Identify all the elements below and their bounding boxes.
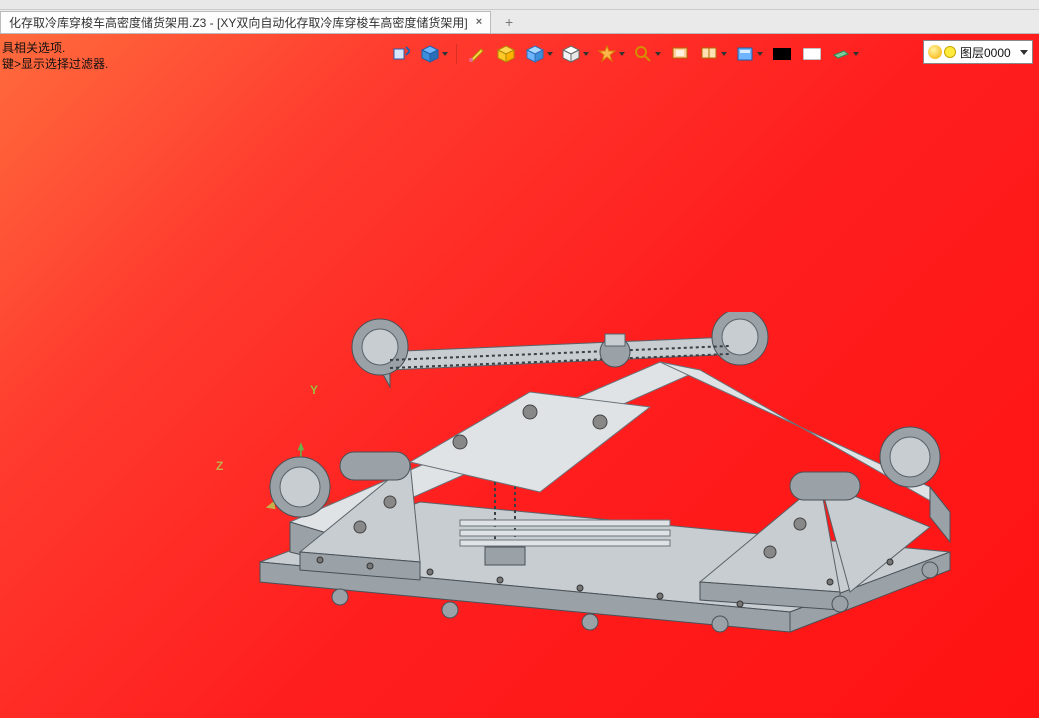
viewport[interactable]: 具相关选项. 键>显示选择过滤器. xyxy=(0,34,1039,718)
swatch-white-button[interactable] xyxy=(799,42,825,66)
screen2-icon xyxy=(700,45,718,63)
swatch-black-button[interactable] xyxy=(769,42,795,66)
document-tab[interactable]: 化存取冷库穿梭车高密度储货架用.Z3 - [XY双向自动化存取冷库穿梭车高密度储… xyxy=(0,11,491,33)
box-wire-icon xyxy=(562,45,580,63)
box-mode-button[interactable] xyxy=(523,42,555,66)
brush-tool-button[interactable] xyxy=(463,42,489,66)
add-tab-button[interactable]: + xyxy=(499,12,519,32)
layer-dropdown[interactable]: 图层0000 xyxy=(923,40,1033,64)
insert-component-button[interactable] xyxy=(388,42,414,66)
cad-model[interactable] xyxy=(230,312,970,642)
status-line-2: 键>显示选择过滤器. xyxy=(2,56,108,72)
view-toolbar xyxy=(388,40,861,68)
close-icon[interactable]: × xyxy=(476,16,482,28)
separator xyxy=(456,44,457,64)
section-view-button[interactable] xyxy=(493,42,519,66)
slab-green-icon xyxy=(832,45,850,63)
cube-blue-icon xyxy=(421,45,439,63)
bulb-icon xyxy=(928,45,942,59)
axis-z-label: Z xyxy=(216,459,223,473)
insert-icon xyxy=(392,45,410,63)
box-blue-icon xyxy=(526,45,544,63)
layer-color-icon xyxy=(944,46,956,58)
section-icon xyxy=(497,45,515,63)
menu-bar xyxy=(0,0,1039,10)
chevron-down-icon[interactable] xyxy=(1020,50,1028,55)
display-style-button[interactable] xyxy=(733,42,765,66)
layer-label: 图层0000 xyxy=(960,44,1016,61)
render-mode-button[interactable] xyxy=(595,42,627,66)
wireframe-button[interactable] xyxy=(559,42,591,66)
badge-orange-icon xyxy=(598,45,616,63)
panel-blue-icon xyxy=(736,45,754,63)
tab-label: 化存取冷库穿梭车高密度储货架用.Z3 - [XY双向自动化存取冷库穿梭车高密度储… xyxy=(9,14,468,31)
swatch-white-icon xyxy=(803,48,821,60)
status-line-1: 具相关选项. xyxy=(2,40,108,56)
zoom-fit-button[interactable] xyxy=(631,42,663,66)
viewport1-button[interactable] xyxy=(667,42,693,66)
visual-style-button[interactable] xyxy=(418,42,450,66)
swatch-black-icon xyxy=(773,48,791,60)
magnifier-icon xyxy=(634,45,652,63)
status-text: 具相关选项. 键>显示选择过滤器. xyxy=(2,40,108,72)
screen1-icon xyxy=(671,45,689,63)
tab-bar: 化存取冷库穿梭车高密度储货架用.Z3 - [XY双向自动化存取冷库穿梭车高密度储… xyxy=(0,10,1039,34)
brush-icon xyxy=(467,45,485,63)
material-button[interactable] xyxy=(829,42,861,66)
viewport2-button[interactable] xyxy=(697,42,729,66)
